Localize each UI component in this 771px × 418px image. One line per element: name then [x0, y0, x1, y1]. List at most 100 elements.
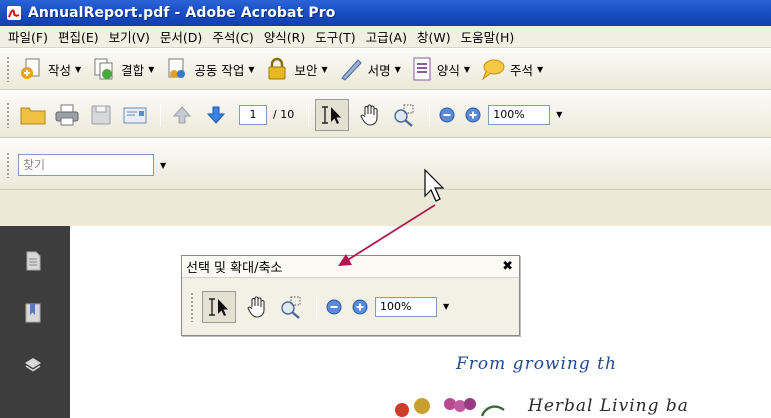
menu-view[interactable]: 보기(V) [105, 27, 156, 46]
create-task-button[interactable]: 작성 ▼ [18, 56, 81, 82]
toolbar-grip[interactable] [6, 101, 10, 128]
toolbar-separator [308, 102, 310, 127]
select-tool-button[interactable] [315, 98, 350, 131]
toolbar-separator [429, 102, 431, 127]
menu-advanced[interactable]: 고급(A) [362, 27, 413, 46]
previous-page-button[interactable] [167, 100, 197, 130]
toolbar-grip[interactable] [6, 56, 10, 82]
zoom-out-icon [326, 299, 342, 314]
menu-window[interactable]: 창(W) [413, 27, 457, 46]
lock-icon [268, 57, 286, 80]
toolbar-dock-background [0, 190, 771, 226]
zoom-level-input[interactable]: 100% [375, 296, 437, 317]
comment-bubble-icon [481, 59, 505, 81]
forms-task-button[interactable]: 양식 ▼ [411, 56, 470, 82]
floating-toolbar-titlebar[interactable]: 선택 및 확대/축소 ✖ [182, 256, 519, 278]
sign-task-button[interactable]: 서명 ▼ [338, 56, 401, 82]
acrobat-pdf-icon [7, 6, 21, 20]
zoom-out-icon [439, 107, 455, 122]
email-button[interactable] [120, 100, 150, 130]
zoom-in-button[interactable] [462, 100, 484, 130]
herb-illustration [395, 398, 505, 417]
toolbar-separator [160, 102, 161, 127]
toolbar-grip[interactable] [190, 291, 194, 322]
dropdown-arrow-icon: ▼ [463, 64, 470, 74]
page-total: / 10 [273, 108, 295, 121]
print-button[interactable] [52, 100, 82, 130]
marquee-zoom-button[interactable] [389, 100, 419, 130]
dropdown-arrow-icon: ▼ [75, 64, 82, 74]
arrow-up-icon [172, 105, 192, 123]
bookmark-icon [25, 303, 41, 323]
select-zoom-floating-toolbar[interactable]: 선택 및 확대/축소 ✖ 100% ▼ [181, 255, 520, 336]
toolbar-separator [316, 294, 317, 319]
printer-icon [55, 104, 79, 125]
window-title: AnnualReport.pdf - Adobe Acrobat Pro [28, 5, 336, 21]
dropdown-arrow-icon: ▼ [537, 64, 544, 74]
create-pdf-icon [21, 58, 40, 79]
select-tool-button[interactable] [202, 290, 236, 323]
layers-panel-button[interactable] [22, 354, 44, 376]
open-folder-button[interactable] [18, 100, 48, 130]
marquee-zoom-button[interactable] [276, 292, 306, 322]
zoom-level-input[interactable]: 100% [488, 104, 551, 125]
page-number-input[interactable]: 1 [239, 104, 267, 125]
zoom-dropdown-arrow-icon[interactable]: ▼ [556, 110, 562, 119]
navigation-pane [0, 226, 70, 418]
dropdown-arrow-icon: ▼ [248, 64, 255, 74]
menu-comments[interactable]: 주석(C) [208, 27, 259, 46]
floating-toolbar-body: 100% ▼ [182, 278, 519, 335]
menu-help[interactable]: 도움말(H) [457, 27, 521, 46]
zoom-in-icon [352, 299, 368, 314]
file-toolbar: 1 / 10 100% ▼ [0, 92, 771, 138]
form-icon [413, 57, 431, 81]
dropdown-arrow-icon: ▼ [394, 64, 401, 74]
combine-task-button[interactable]: 결합 ▼ [91, 56, 154, 82]
menu-forms[interactable]: 양식(R) [260, 27, 311, 46]
hand-tool-button[interactable] [355, 100, 385, 130]
pen-icon [340, 59, 362, 81]
save-button[interactable] [86, 100, 116, 130]
menu-file[interactable]: 파일(F) [4, 27, 54, 46]
pages-panel-button[interactable] [22, 250, 44, 272]
hand-icon [247, 296, 265, 318]
zoom-in-icon [465, 107, 481, 122]
zoom-out-button[interactable] [436, 100, 458, 130]
layers-icon [25, 358, 41, 372]
hand-tool-button[interactable] [242, 292, 272, 322]
zoom-out-button[interactable] [323, 292, 345, 322]
text-select-cursor-icon [322, 105, 342, 124]
floppy-disk-icon [91, 105, 111, 124]
collaborate-task-button[interactable]: 공동 작업 ▼ [164, 56, 254, 82]
arrow-down-icon [206, 106, 226, 124]
find-input[interactable]: 찾기 [18, 154, 154, 176]
menu-bar: 파일(F) 편집(E) 보기(V) 문서(D) 주석(C) 양식(R) 도구(T… [0, 26, 771, 48]
envelope-icon [123, 107, 147, 123]
hand-icon [360, 104, 378, 126]
floating-toolbar-title: 선택 및 확대/축소 [186, 261, 283, 276]
document-body-text: Herbal Living ba [528, 396, 689, 416]
find-dropdown-arrow-icon[interactable]: ▼ [160, 161, 166, 170]
combine-files-icon [94, 58, 113, 80]
comment-task-button[interactable]: 주석 ▼ [480, 56, 543, 82]
menu-tools[interactable]: 도구(T) [311, 27, 361, 46]
close-icon[interactable]: ✖ [502, 259, 513, 274]
folder-icon [20, 107, 46, 124]
title-bar: AnnualReport.pdf - Adobe Acrobat Pro [0, 0, 771, 26]
document-heading-text: From growing th [456, 354, 617, 374]
text-select-cursor-icon [209, 297, 228, 316]
toolbar-grip[interactable] [6, 152, 10, 178]
dropdown-arrow-icon: ▼ [321, 64, 328, 74]
marquee-zoom-icon [281, 296, 301, 319]
zoom-in-button[interactable] [349, 292, 371, 322]
dropdown-arrow-icon: ▼ [148, 64, 155, 74]
secure-task-button[interactable]: 보안 ▼ [264, 56, 328, 82]
tasks-toolbar: 작성 ▼ 결합 ▼ 공동 작업 ▼ 보안 ▼ 서명 ▼ 양식 ▼ 주석 ▼ [0, 49, 771, 90]
collaborate-icon [168, 58, 186, 78]
menu-edit[interactable]: 편집(E) [54, 27, 105, 46]
bookmarks-panel-button[interactable] [22, 302, 44, 324]
menu-document[interactable]: 문서(D) [156, 27, 208, 46]
zoom-dropdown-arrow-icon[interactable]: ▼ [443, 302, 449, 311]
find-toolbar: 찾기 ▼ [0, 141, 771, 190]
next-page-button[interactable] [201, 100, 231, 130]
